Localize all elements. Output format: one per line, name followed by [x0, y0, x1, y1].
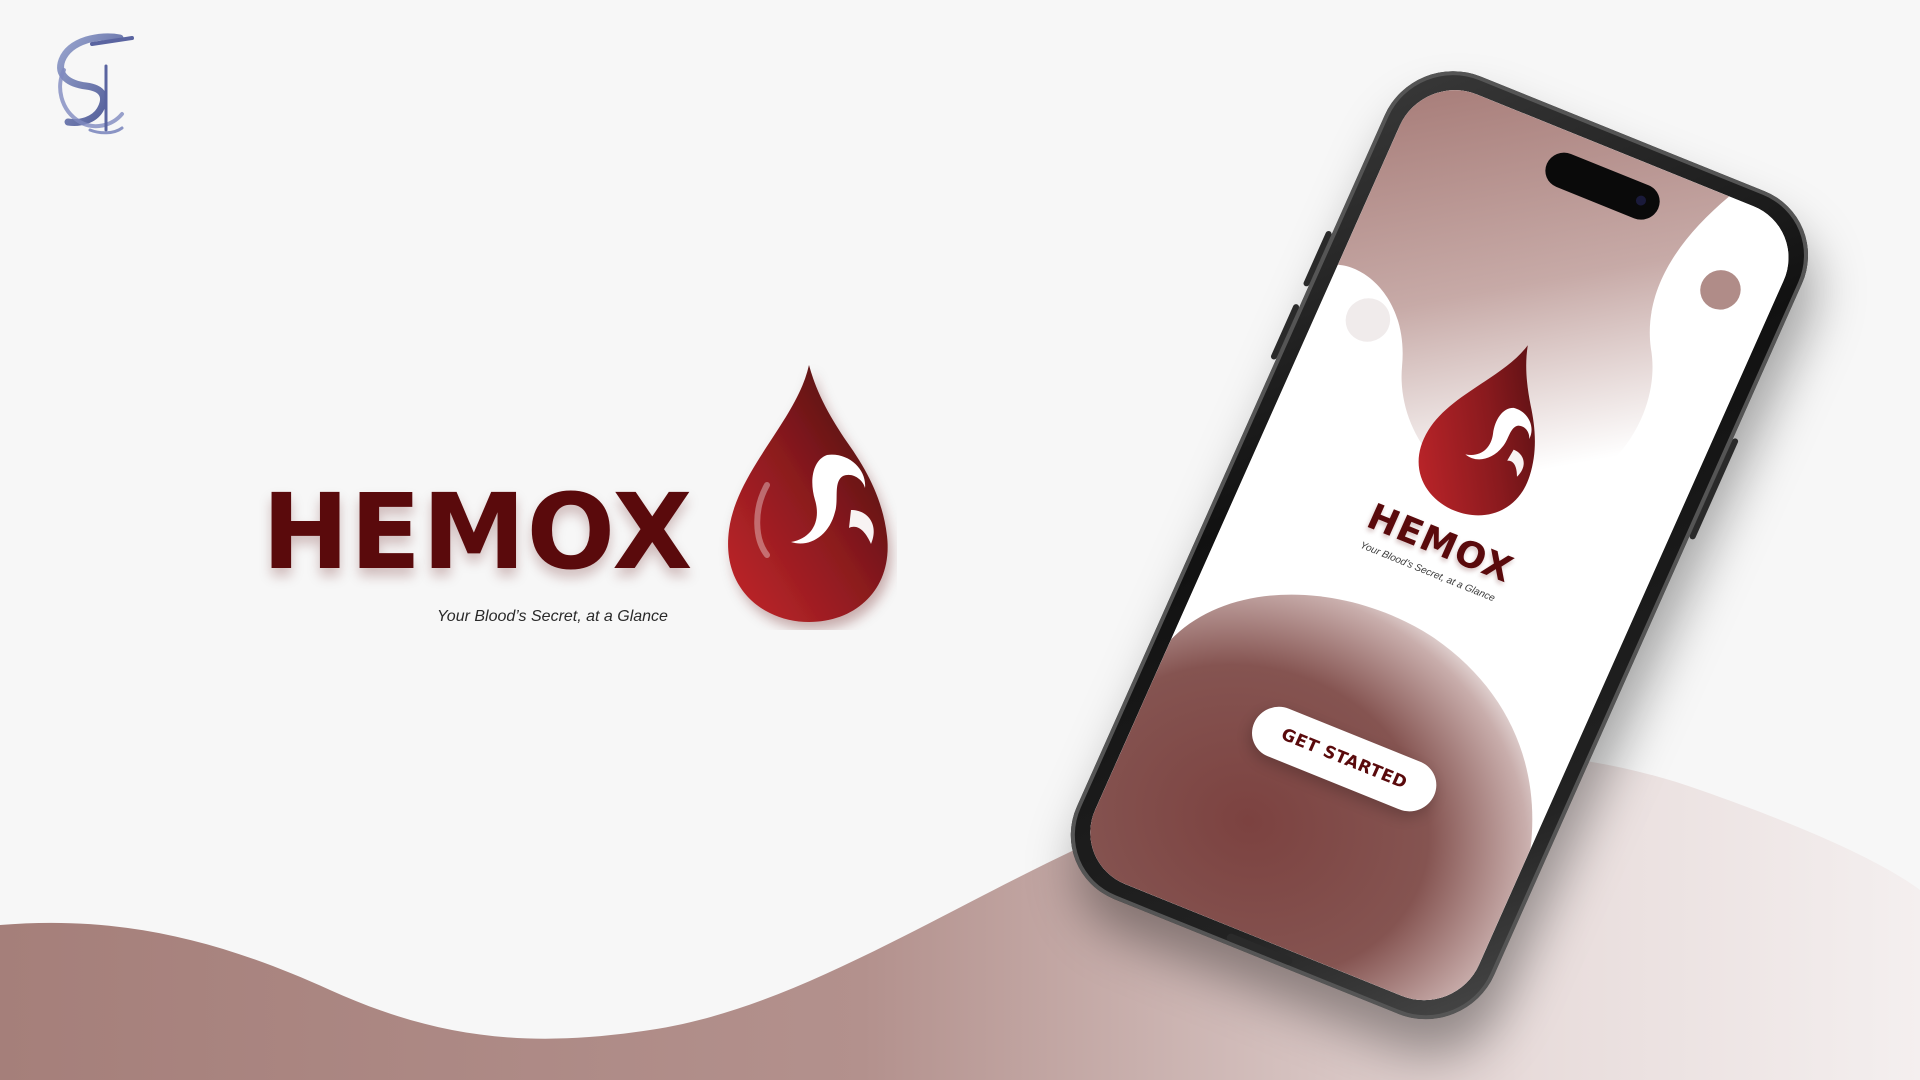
brand-lockup: HEMOX Your Blood’s Secret, at a Glance — [262, 360, 902, 640]
front-camera — [1634, 194, 1648, 208]
phone-volume-button — [1269, 303, 1300, 361]
institution-logo-icon — [57, 33, 134, 135]
brand-tagline: Your Blood’s Secret, at a Glance — [437, 608, 668, 625]
promo-canvas: HEMOX Your Blood’s Secret, at a Glance H… — [0, 0, 1920, 1080]
phone-volume-button — [1302, 230, 1333, 288]
blood-drop-logo-icon — [728, 365, 888, 622]
brand-wordmark: HEMOX — [262, 471, 694, 593]
